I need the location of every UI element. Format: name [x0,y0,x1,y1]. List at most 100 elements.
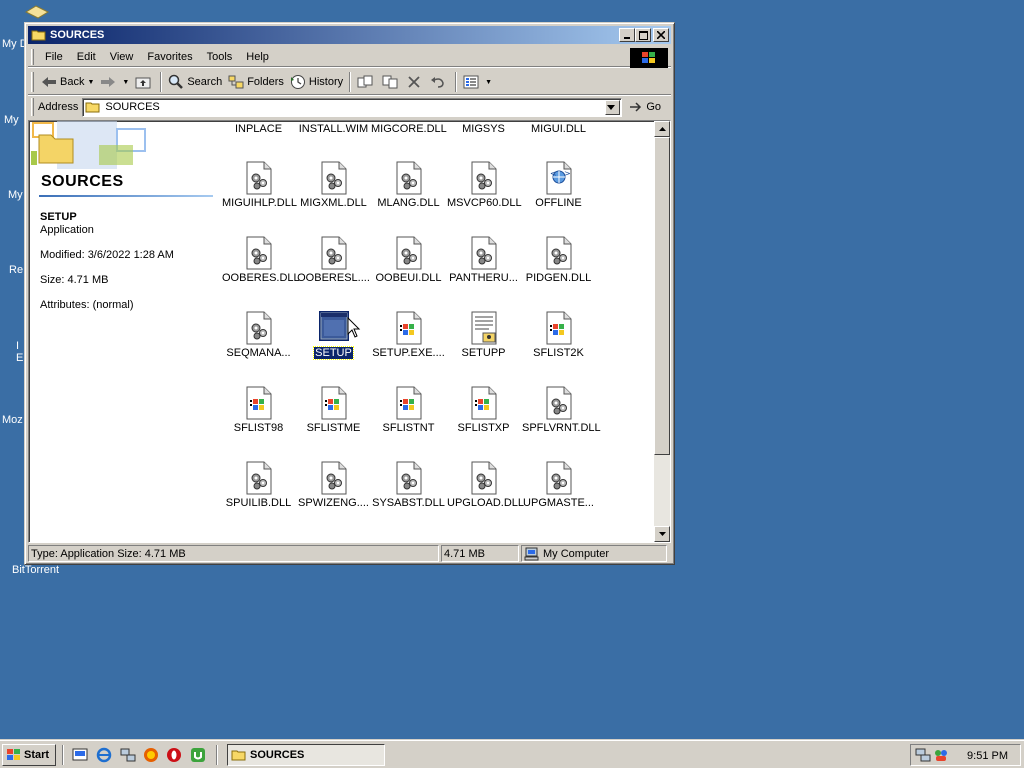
file-item[interactable]: UPGLOAD.DLL [446,461,524,513]
file-name-wrapper: SETUPP [446,347,521,359]
file-item[interactable]: UPGMASTE... [521,461,596,513]
file-item[interactable]: SETUPP [446,311,521,363]
file-item[interactable]: SYSABST.DLL [371,461,446,513]
delete-button[interactable] [404,71,427,93]
views-button[interactable]: ▼ [460,71,495,93]
file-item[interactable]: SFLIST98 [221,386,296,438]
file-item[interactable]: SFLISTNT [371,386,446,438]
desktop-icon-label-ie-2[interactable]: E [16,352,23,364]
file-item[interactable]: PIDGEN.DLL [521,236,596,288]
file-item[interactable]: SFLISTXP [446,386,521,438]
menu-favorites[interactable]: Favorites [140,51,199,63]
views-dropdown-icon[interactable]: ▼ [485,79,492,86]
file-item-label[interactable]: INPLACE [221,123,296,135]
file-icon-wrapper [469,461,499,498]
file-item[interactable]: SPUILIB.DLL [221,461,296,513]
file-item[interactable]: SPWIZENG.... [296,461,371,513]
clock[interactable]: 9:51 PM [967,750,1008,762]
internet-explorer-icon[interactable] [96,747,112,763]
file-item[interactable]: MIGXML.DLL [296,161,371,213]
title-bar[interactable]: SOURCES [28,26,671,44]
toolbar-grip[interactable] [31,72,34,92]
file-item[interactable]: PANTHERU... [446,236,521,288]
address-input[interactable]: SOURCES [82,97,623,117]
back-button[interactable]: Back ▼ [38,71,97,93]
firefox-icon[interactable] [143,747,159,763]
file-item-label[interactable]: MIGSYS [446,123,521,135]
utorrent-icon[interactable] [190,747,206,763]
menu-tools[interactable]: Tools [200,51,240,63]
address-grip[interactable] [31,98,34,116]
windows-logo-icon [630,48,668,68]
desktop-icon-label-bittorrent[interactable]: BitTorrent [12,564,59,576]
messenger-icon[interactable] [933,747,949,763]
search-button[interactable]: Search [165,71,225,93]
address-dropdown-button[interactable] [605,99,621,115]
menu-file[interactable]: File [38,51,70,63]
text-settings-icon [471,311,497,345]
file-item[interactable]: MLANG.DLL [371,161,446,213]
move-to-button[interactable] [354,71,379,93]
file-item-label[interactable]: MIGCORE.DLL [371,123,447,135]
file-item[interactable]: OOBEUI.DLL [371,236,446,288]
file-name-wrapper: OOBEUI.DLL [371,272,446,284]
minimize-button[interactable] [619,28,635,42]
file-item[interactable]: < > OFFLINE [521,161,596,213]
file-item[interactable]: SPFLVRNT.DLL [521,386,601,438]
desktop-icon-label-recycle-bin[interactable]: Re [9,264,23,276]
title-underline [39,195,213,197]
desktop-icon-label-my-network[interactable]: My [8,189,23,201]
file-item[interactable]: MSVCP60.DLL [446,161,522,213]
toolbar-separator [349,72,352,92]
scroll-thumb[interactable] [654,137,670,455]
taskbar-button-sources[interactable]: SOURCES [227,744,385,766]
maximize-button[interactable] [635,28,651,42]
up-button[interactable] [132,71,157,93]
file-item[interactable]: SFLISTME [296,386,371,438]
address-value: SOURCES [105,101,160,113]
file-name: OOBERESL.... [297,272,370,284]
close-button[interactable] [653,28,669,42]
go-button[interactable]: Go [628,100,661,114]
dll-gear-icon [246,461,272,495]
opera-icon[interactable] [166,747,182,763]
file-name: SPFLVRNT.DLL [522,422,601,434]
file-name: SEQMANA... [226,347,291,359]
copy-to-button[interactable] [379,71,404,93]
desktop-icon-label-ie-1[interactable]: I [16,340,19,352]
file-name: PIDGEN.DLL [525,272,592,284]
network-connection-icon[interactable] [915,747,933,763]
file-item[interactable]: SFLIST2K [521,311,596,363]
forward-button[interactable]: ▼ [97,71,132,93]
file-item[interactable]: SEQMANA... [221,311,296,363]
file-item[interactable]: OOBERES.DLL [221,236,300,288]
folders-label: Folders [247,76,284,88]
menu-grip[interactable] [31,48,34,65]
file-icon-wrapper [544,461,574,498]
file-item[interactable]: OOBERESL.... [296,236,371,288]
explorer-window[interactable]: SOURCES File Edit View Favorites Tools H… [24,22,675,565]
file-item-label[interactable]: INSTALL.WIM [296,123,371,135]
back-dropdown-icon[interactable]: ▼ [87,79,94,86]
history-button[interactable]: History [287,71,346,93]
desktop-icon-label-mozilla[interactable]: Moz [2,414,23,426]
file-item[interactable]: MIGUIHLP.DLL [221,161,297,213]
folder-view[interactable]: SOURCES SETUP Application Modified: 3/6/… [28,120,671,543]
menu-edit[interactable]: Edit [70,51,103,63]
menu-help[interactable]: Help [239,51,276,63]
show-desktop-icon[interactable] [72,747,88,763]
scroll-down-button[interactable] [654,526,670,542]
undo-button[interactable] [427,71,452,93]
desktop-folder-icon[interactable] [22,4,52,24]
forward-dropdown-icon[interactable]: ▼ [122,79,129,86]
windows-file-icon [396,311,422,345]
desktop-icon-label-my-computer[interactable]: My [4,114,19,126]
menu-view[interactable]: View [103,51,141,63]
vertical-scrollbar[interactable] [654,121,670,542]
file-item-label[interactable]: MIGUI.DLL [521,123,596,135]
file-item[interactable]: SETUP.EXE.... [371,311,446,363]
network-icon[interactable] [120,747,136,763]
scroll-up-button[interactable] [654,121,670,137]
folders-button[interactable]: Folders [225,71,287,93]
start-button[interactable]: Start [2,744,56,766]
